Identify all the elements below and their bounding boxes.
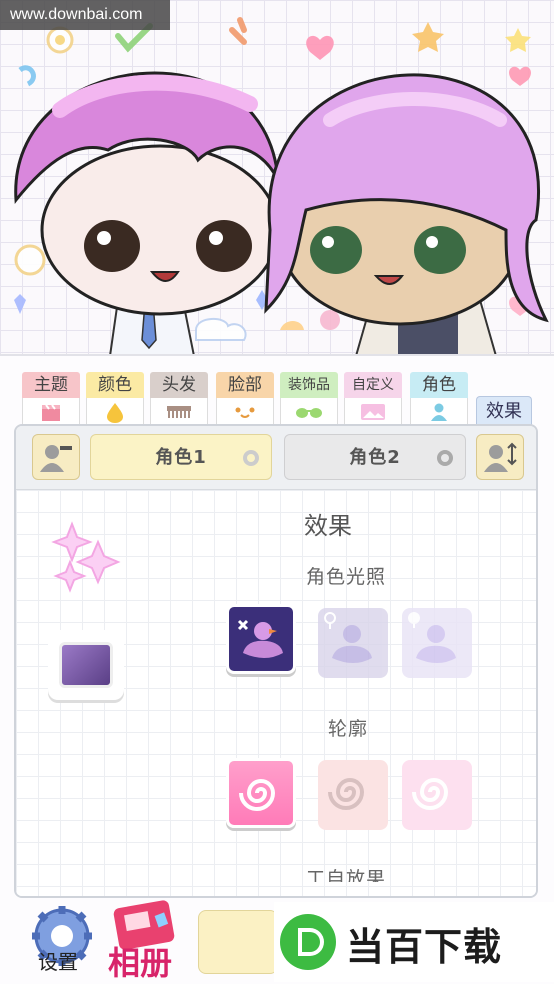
effects-content: 效果 角色光照 轮廓 工自放果 bbox=[16, 490, 536, 896]
next-section-label: 工自放果 bbox=[306, 868, 387, 882]
scene-illustration bbox=[14, 17, 549, 356]
filter-swatch-icon bbox=[59, 642, 113, 688]
album-button[interactable]: 相册 bbox=[104, 898, 188, 982]
filter-swatch-button[interactable] bbox=[48, 630, 124, 700]
tab-character[interactable]: 角色 bbox=[410, 372, 468, 428]
character-2-button[interactable]: 角色2 bbox=[284, 434, 466, 480]
character-1-sprite bbox=[14, 71, 280, 356]
action-button[interactable] bbox=[198, 910, 278, 974]
section-title: 效果 bbox=[304, 512, 352, 540]
gear-icon bbox=[243, 450, 259, 466]
tab-theme[interactable]: 主题 bbox=[22, 372, 80, 428]
watermark: www.downbai.com bbox=[0, 0, 170, 30]
category-tabs: 主题 颜色 头发 脸部 装饰品 自定义 角色 效果 bbox=[0, 356, 554, 426]
character-preview: www.downbai.com bbox=[0, 0, 554, 356]
download-logo-icon bbox=[280, 914, 336, 970]
lighting-label: 角色光照 bbox=[306, 566, 387, 588]
tab-accessories[interactable]: 装饰品 bbox=[280, 372, 338, 428]
characters-icon bbox=[40, 445, 72, 472]
tab-color[interactable]: 颜色 bbox=[86, 372, 144, 428]
outline-label: 轮廓 bbox=[328, 718, 369, 740]
clapperboard-icon bbox=[22, 398, 80, 426]
sunglasses-icon bbox=[280, 398, 338, 426]
outline-option-2[interactable] bbox=[318, 760, 388, 830]
tab-custom[interactable]: 自定义 bbox=[344, 372, 402, 428]
ad-text: 当百下载 bbox=[346, 925, 503, 969]
duck-icon bbox=[237, 619, 283, 658]
tab-label: 脸部 bbox=[216, 372, 274, 398]
gear-icon bbox=[437, 450, 453, 466]
tab-label: 角色 bbox=[410, 372, 468, 398]
comb-icon bbox=[150, 398, 208, 426]
album-label: 相册 bbox=[108, 944, 173, 982]
image-icon bbox=[344, 398, 402, 426]
sparkle-icon[interactable] bbox=[50, 520, 122, 594]
character-1-button[interactable]: 角色1 bbox=[90, 434, 272, 480]
character-1-label: 角色1 bbox=[155, 447, 207, 468]
settings-button[interactable]: 设置 bbox=[24, 902, 100, 980]
character-2-sprite bbox=[264, 73, 549, 356]
characters-swap-icon bbox=[484, 442, 517, 472]
face-icon bbox=[216, 398, 274, 426]
tab-label: 颜色 bbox=[86, 372, 144, 398]
tab-label: 主题 bbox=[22, 372, 80, 398]
swirl-icon bbox=[239, 779, 276, 811]
person-icon bbox=[410, 398, 468, 426]
duck-lamp-icon bbox=[324, 612, 372, 663]
ad-banner[interactable]: 当百下载 bbox=[274, 902, 554, 982]
character-switch-button[interactable] bbox=[32, 434, 80, 480]
settings-label: 设置 bbox=[38, 950, 78, 974]
outline-option-1[interactable] bbox=[226, 758, 296, 828]
tab-label: 自定义 bbox=[344, 372, 402, 398]
tab-hair[interactable]: 头发 bbox=[150, 372, 208, 428]
outline-option-3[interactable] bbox=[402, 760, 472, 830]
character-2-label: 角色2 bbox=[349, 447, 401, 468]
character-order-button[interactable] bbox=[476, 434, 524, 480]
swirl-icon bbox=[328, 778, 365, 810]
tab-effects[interactable]: 效果 bbox=[476, 396, 532, 426]
lighting-option-2[interactable] bbox=[318, 608, 388, 678]
paint-drop-icon bbox=[86, 398, 144, 426]
tab-label: 装饰品 bbox=[280, 372, 338, 398]
effects-panel: 角色1 角色2 效果 角色光照 轮廓 工自放果 bbox=[14, 424, 538, 898]
lighting-option-none[interactable] bbox=[226, 604, 296, 674]
bottom-bar: 设置 相册 当百下载 bbox=[0, 898, 554, 984]
lighting-option-3[interactable] bbox=[402, 608, 472, 678]
tab-label: 头发 bbox=[150, 372, 208, 398]
duck-bulb-icon bbox=[408, 612, 456, 663]
character-selector-bar: 角色1 角色2 bbox=[16, 426, 536, 490]
tab-face[interactable]: 脸部 bbox=[216, 372, 274, 428]
swirl-icon bbox=[412, 778, 449, 810]
